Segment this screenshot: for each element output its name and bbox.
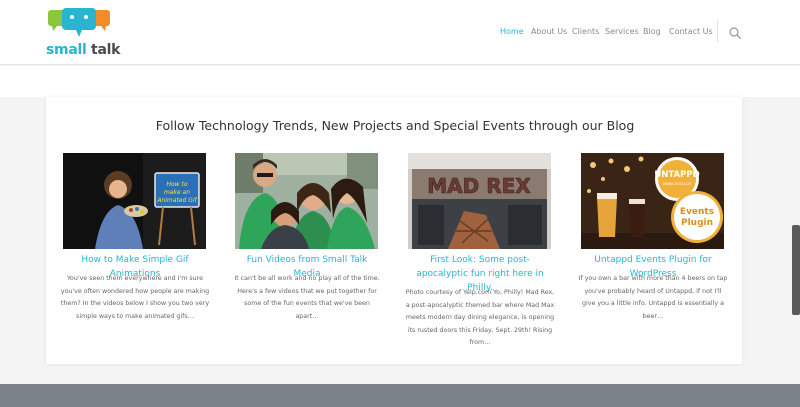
blog-section-heading: Follow Technology Trends, New Projects a… bbox=[155, 118, 635, 133]
nav-item-home[interactable]: Home bbox=[500, 25, 524, 39]
blog-card-excerpt: Photo courtesy of Yelp.com Yo, Philly! M… bbox=[405, 289, 555, 346]
logo-wordmark: small talk bbox=[46, 42, 120, 58]
svg-text:make an: make an bbox=[164, 189, 190, 196]
logo-word-small: small bbox=[46, 42, 87, 58]
fun-group-photo bbox=[235, 153, 378, 249]
svg-text:Plugin: Plugin bbox=[681, 218, 713, 228]
blog-card-image-untappd[interactable]: UNTAPPD DRINK SOCIALLY Events Plugin bbox=[581, 153, 724, 249]
svg-text:MAD REX: MAD REX bbox=[427, 174, 531, 198]
logo-word-talk: talk bbox=[91, 42, 121, 58]
nav-item-about-us[interactable]: About Us bbox=[531, 25, 567, 39]
mad-rex-building-photo: MAD REX bbox=[408, 153, 551, 249]
header-spacer-band bbox=[0, 66, 800, 97]
svg-text:Animated Gif: Animated Gif bbox=[156, 197, 197, 204]
chat-bubbles-logo-icon bbox=[48, 8, 110, 37]
blog-card-image-mad-rex[interactable]: MAD REX bbox=[408, 153, 551, 249]
nav-item-services[interactable]: Services bbox=[605, 25, 639, 39]
svg-text:DRINK SOCIALLY: DRINK SOCIALLY bbox=[663, 182, 692, 186]
blog-card-image-gif[interactable]: How to make an Animated Gif bbox=[63, 153, 206, 249]
nav-item-contact-us[interactable]: Contact Us bbox=[669, 25, 713, 39]
page-scrollbar-thumb[interactable] bbox=[792, 225, 800, 315]
untappd-beer-photo: UNTAPPD DRINK SOCIALLY Events Plugin bbox=[581, 153, 724, 249]
svg-text:UNTAPPD: UNTAPPD bbox=[654, 170, 699, 180]
nav-item-blog[interactable]: Blog bbox=[643, 25, 661, 39]
blog-card-excerpt: It can't be all work and no play all of … bbox=[234, 275, 380, 320]
site-header: small talk Home About Us Clients Service… bbox=[0, 0, 800, 65]
svg-text:How to: How to bbox=[166, 181, 187, 188]
blog-card-excerpt: If you own a bar with more than 4 beers … bbox=[578, 275, 728, 320]
nav-divider bbox=[717, 20, 718, 42]
blog-card-excerpt: You've seen them everywhere and I'm sure… bbox=[60, 275, 210, 320]
site-footer bbox=[0, 384, 800, 407]
nav-item-clients[interactable]: Clients bbox=[572, 25, 599, 39]
svg-text:Events: Events bbox=[680, 207, 714, 217]
site-logo[interactable]: small talk bbox=[46, 8, 120, 58]
search-icon bbox=[729, 27, 741, 39]
search-button[interactable] bbox=[728, 25, 742, 39]
blog-card-image-fun-videos[interactable] bbox=[235, 153, 378, 249]
gif-tutorial-image: How to make an Animated Gif bbox=[63, 153, 206, 249]
